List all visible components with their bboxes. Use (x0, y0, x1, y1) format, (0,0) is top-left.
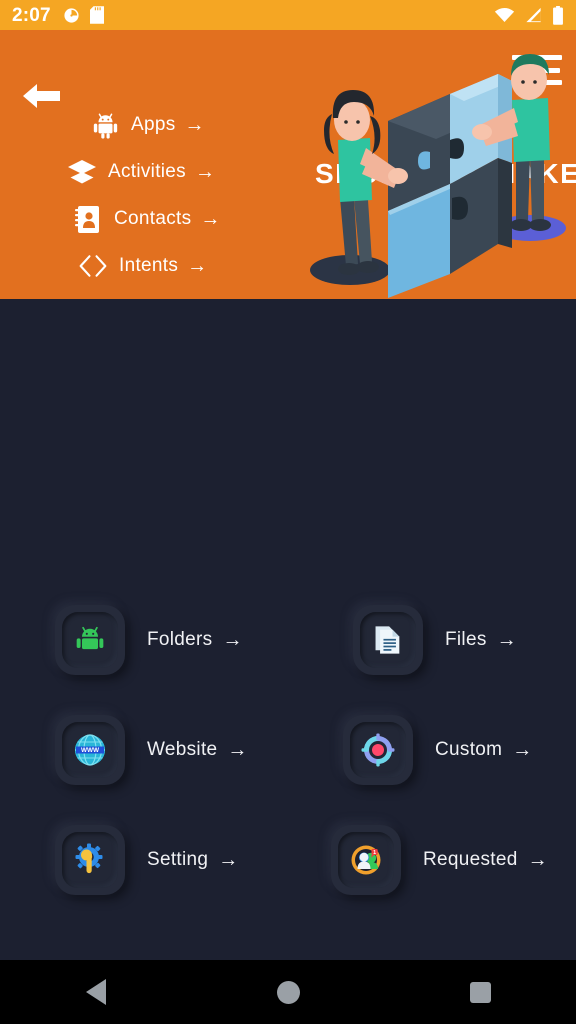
arrow-right-icon: → (194, 161, 216, 183)
menu-text: Apps (131, 114, 176, 135)
battery-icon (553, 5, 563, 25)
grid-row: WWW Website → Custom → (0, 695, 576, 805)
arrow-right-icon: → (187, 255, 208, 277)
grid-item-tile: WWW (55, 715, 125, 785)
arrow-right-icon: → (184, 114, 205, 136)
grid-item-label: Website → (147, 739, 248, 761)
header-menu-item-activities[interactable]: Activities → (0, 152, 230, 192)
grid-item-folders[interactable]: Folders → (0, 605, 288, 675)
status-time: 2:07 (12, 4, 51, 26)
android-robot-icon (76, 626, 104, 650)
grid-row: Folders → Files → (0, 585, 576, 695)
sd-card-icon (89, 6, 104, 24)
grid-item-label: Requested → (423, 849, 548, 871)
arrow-right-icon: → (496, 629, 517, 651)
header-menu-item-label: Contacts → (114, 208, 221, 230)
android-navigation-bar (0, 960, 576, 1024)
shortcut-grid: Folders → Files → WWW Website → Custom →… (0, 585, 576, 915)
grid-item-label: Files → (445, 629, 517, 651)
header-menu-item-intents[interactable]: Intents → (0, 246, 230, 286)
grid-item-tile (55, 605, 125, 675)
menu-text: Intents (119, 255, 179, 276)
grid-item-tile (343, 715, 413, 785)
status-right-icons (494, 5, 564, 25)
status-bar: 2:07 (0, 0, 576, 30)
gear-wrench-icon (75, 843, 103, 874)
nav-recents-button[interactable] (384, 960, 576, 1024)
android-robot-icon (90, 110, 120, 140)
globe-www-icon: WWW (75, 734, 105, 766)
grid-item-files[interactable]: Files → (288, 605, 576, 675)
nav-home-button[interactable] (192, 960, 384, 1024)
grid-row: Setting → 1 Requested → (0, 805, 576, 915)
menu-text: Contacts (114, 208, 192, 229)
header-menu-item-label: Intents → (119, 255, 207, 277)
header-menu-item-apps[interactable]: Apps → (0, 105, 230, 145)
nav-back-button[interactable] (0, 960, 192, 1024)
grid-item-text: Custom (435, 739, 503, 760)
grid-item-tile: 1 (331, 825, 401, 895)
arrow-right-icon: → (200, 208, 221, 230)
documents-icon (375, 626, 400, 654)
header-menu-list: Apps → Activities → Contacts → Intents → (0, 105, 230, 286)
grid-item-text: Requested (423, 849, 518, 870)
header-menu-item-label: Activities → (108, 161, 215, 183)
grid-item-text: Folders (147, 629, 213, 650)
people-group-icon: 1 (351, 845, 381, 875)
arrow-right-icon: → (227, 739, 248, 761)
status-left-icons (63, 6, 104, 24)
triangle-back-icon (86, 979, 106, 1005)
code-brackets-icon (78, 251, 108, 281)
circle-home-icon (276, 980, 300, 1004)
arrow-right-icon: → (527, 849, 548, 871)
svg-text:WWW: WWW (81, 747, 100, 754)
grid-item-requested[interactable]: 1 Requested → (288, 825, 576, 895)
grid-item-text: Website (147, 739, 218, 760)
grid-item-custom[interactable]: Custom → (288, 715, 576, 785)
grid-item-text: Setting (147, 849, 209, 870)
grid-item-setting[interactable]: Setting → (0, 825, 288, 895)
header-menu-item-contacts[interactable]: Contacts → (0, 199, 230, 239)
svg-text:1: 1 (373, 850, 376, 856)
arrow-right-icon: → (512, 739, 533, 761)
menu-text: Activities (108, 161, 186, 182)
grid-item-tile (55, 825, 125, 895)
square-recents-icon (469, 981, 491, 1003)
puzzle-illustration (310, 54, 566, 298)
arrow-right-icon: → (222, 629, 243, 651)
contact-book-icon (73, 204, 103, 234)
grid-item-label: Setting → (147, 849, 239, 871)
wifi-icon (494, 7, 515, 22)
grid-item-label: Folders → (147, 629, 243, 651)
arrow-right-icon: → (218, 849, 239, 871)
alarm-icon (64, 7, 79, 23)
grid-item-tile (353, 605, 423, 675)
app-header: SHORTCUT MAKER (0, 30, 576, 299)
target-crosshair-icon (361, 733, 395, 767)
layers-icon (67, 157, 97, 187)
cellular-signal-icon (526, 7, 541, 23)
grid-item-text: Files (445, 629, 487, 650)
header-menu-item-label: Apps → (131, 114, 205, 136)
grid-item-label: Custom → (435, 739, 533, 761)
grid-item-website[interactable]: WWW Website → (0, 715, 288, 785)
